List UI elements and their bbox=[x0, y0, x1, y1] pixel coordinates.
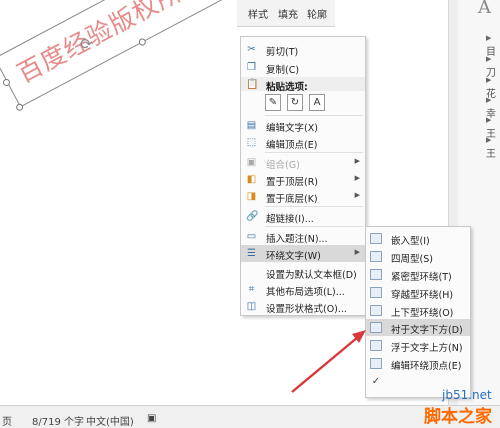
menu-item-set-default-textbox[interactable]: 设置为默认文本框(D) bbox=[241, 264, 365, 281]
status-page[interactable]: 页 bbox=[2, 413, 12, 428]
bring-front-icon: ◧ bbox=[246, 174, 257, 185]
wrap-tight-icon bbox=[370, 269, 382, 280]
menu-item-hyperlink[interactable]: 🔗 超链接(I)... bbox=[241, 208, 365, 225]
pane-item[interactable]: ▶王 bbox=[486, 134, 500, 160]
menu-separator bbox=[265, 206, 363, 207]
submenu-arrow-icon: ▶ bbox=[354, 191, 360, 199]
wrap-text-submenu: 嵌入型(I) 四周型(S) 紧密型环绕(T) 穿越型环绕(H) 上下型环绕(O)… bbox=[365, 226, 471, 398]
chevron-right-icon: ▶ bbox=[486, 116, 492, 124]
paste-keep-format-icon[interactable]: ✎ bbox=[265, 94, 281, 111]
menu-item-format-shape[interactable]: ◫ 设置形状格式(O)... bbox=[241, 298, 365, 315]
pane-text-style-char: A bbox=[478, 0, 491, 18]
submenu-item-top-bottom[interactable]: 上下型环绕(O) bbox=[366, 302, 470, 319]
menu-item-bring-to-front[interactable]: ◧ 置于顶层(R) ▶ bbox=[241, 171, 365, 188]
submenu-item-behind-text[interactable]: 衬于文字下方(D) bbox=[366, 319, 470, 336]
wrap-in-front-icon bbox=[370, 340, 382, 351]
outline-button[interactable]: 轮廓 bbox=[307, 6, 327, 21]
submenu-item-through[interactable]: 穿越型环绕(H) bbox=[366, 284, 470, 301]
menu-item-cut[interactable]: ✂ 剪切(T) bbox=[241, 41, 365, 58]
style-button[interactable]: 样式 bbox=[248, 6, 268, 21]
paste-icon: 📋 bbox=[246, 79, 259, 90]
menu-item-more-layout-options[interactable]: ⌗ 其他布局选项(L)... bbox=[241, 281, 365, 298]
menu-item-copy[interactable]: ❐ 复制(C) bbox=[241, 59, 365, 76]
send-back-icon: ◨ bbox=[246, 191, 257, 202]
format-shape-icon: ◫ bbox=[246, 301, 257, 312]
status-language[interactable]: 中文(中国) bbox=[86, 413, 134, 428]
wrap-text-icon: ☰ bbox=[247, 248, 256, 259]
submenu-item-square[interactable]: 四周型(S) bbox=[366, 248, 470, 265]
caption-icon: ▭ bbox=[246, 231, 257, 242]
menu-item-edit-points[interactable]: ⬚ 编辑顶点(E) bbox=[241, 134, 365, 151]
menu-separator bbox=[265, 152, 363, 153]
group-icon: ▣ bbox=[246, 157, 257, 168]
wrap-square-icon bbox=[370, 251, 382, 262]
scissors-icon: ✂ bbox=[247, 44, 256, 55]
layout-icon: ⌗ bbox=[248, 284, 255, 295]
chevron-right-icon: ▶ bbox=[486, 76, 492, 84]
submenu-item-tight[interactable]: 紧密型环绕(T) bbox=[366, 266, 470, 283]
hyperlink-icon: 🔗 bbox=[246, 211, 259, 222]
watermark-site: jb51.net bbox=[442, 388, 492, 402]
submenu-arrow-icon: ▶ bbox=[354, 248, 360, 256]
menu-item-group: ▣ 组合(G) ▶ bbox=[246, 157, 360, 171]
wrap-through-icon bbox=[370, 287, 382, 298]
chevron-right-icon: ▶ bbox=[486, 96, 492, 104]
fill-button[interactable]: 填充 bbox=[278, 6, 298, 21]
menu-item-insert-caption[interactable]: ▭ 插入题注(N)... bbox=[241, 228, 365, 245]
submenu-item-in-front-of-text[interactable]: 浮于文字上方(N) bbox=[366, 337, 470, 354]
chevron-right-icon: ▶ bbox=[486, 136, 492, 144]
paste-text-only-icon[interactable]: A bbox=[309, 94, 325, 111]
menu-separator bbox=[265, 115, 363, 116]
rotate-handle-icon[interactable]: ⟳ bbox=[80, 36, 96, 52]
menu-item-edit-text[interactable]: ▤ 编辑文字(X) bbox=[241, 117, 365, 134]
context-menu: ✂ 剪切(T) ❐ 复制(C) 📋 粘贴选项: ✎ ↻ A ▤ 编辑文字(X) ⬚ 编辑顶… bbox=[240, 36, 366, 316]
copy-icon: ❐ bbox=[247, 62, 256, 73]
submenu-arrow-icon: ▶ bbox=[354, 174, 360, 182]
checkmark-icon: ✓ bbox=[371, 376, 381, 387]
status-word-count[interactable]: 8/719 个字 bbox=[32, 413, 84, 428]
menu-item-paste-options: 📋 粘贴选项: bbox=[246, 79, 308, 93]
menu-separator bbox=[265, 226, 363, 227]
submenu-arrow-icon: ▶ bbox=[354, 157, 360, 165]
submenu-item-inline[interactable]: 嵌入型(I) bbox=[366, 230, 470, 247]
edit-text-icon: ▤ bbox=[246, 120, 257, 131]
chevron-right-icon: ▶ bbox=[486, 55, 492, 63]
wrap-top-bottom-icon bbox=[370, 305, 382, 316]
macro-record-icon[interactable]: ▣ bbox=[147, 413, 156, 424]
paste-merge-format-icon[interactable]: ↻ bbox=[287, 94, 303, 111]
edit-wrap-points-icon bbox=[370, 358, 382, 369]
chevron-right-icon: ▶ bbox=[486, 34, 492, 42]
wrap-behind-text-icon bbox=[370, 322, 382, 333]
watermark-brand: 脚本之家 bbox=[424, 407, 492, 427]
menu-item-send-to-back[interactable]: ◨ 置于底层(K) ▶ bbox=[241, 188, 365, 205]
edit-points-icon: ⬚ bbox=[246, 137, 257, 148]
wrap-inline-icon bbox=[370, 233, 382, 244]
menu-item-wrap-text[interactable]: ☰ 环绕文字(W) ▶ bbox=[241, 245, 365, 262]
submenu-item-edit-wrap-points[interactable]: 编辑环绕顶点(E) bbox=[366, 355, 470, 372]
